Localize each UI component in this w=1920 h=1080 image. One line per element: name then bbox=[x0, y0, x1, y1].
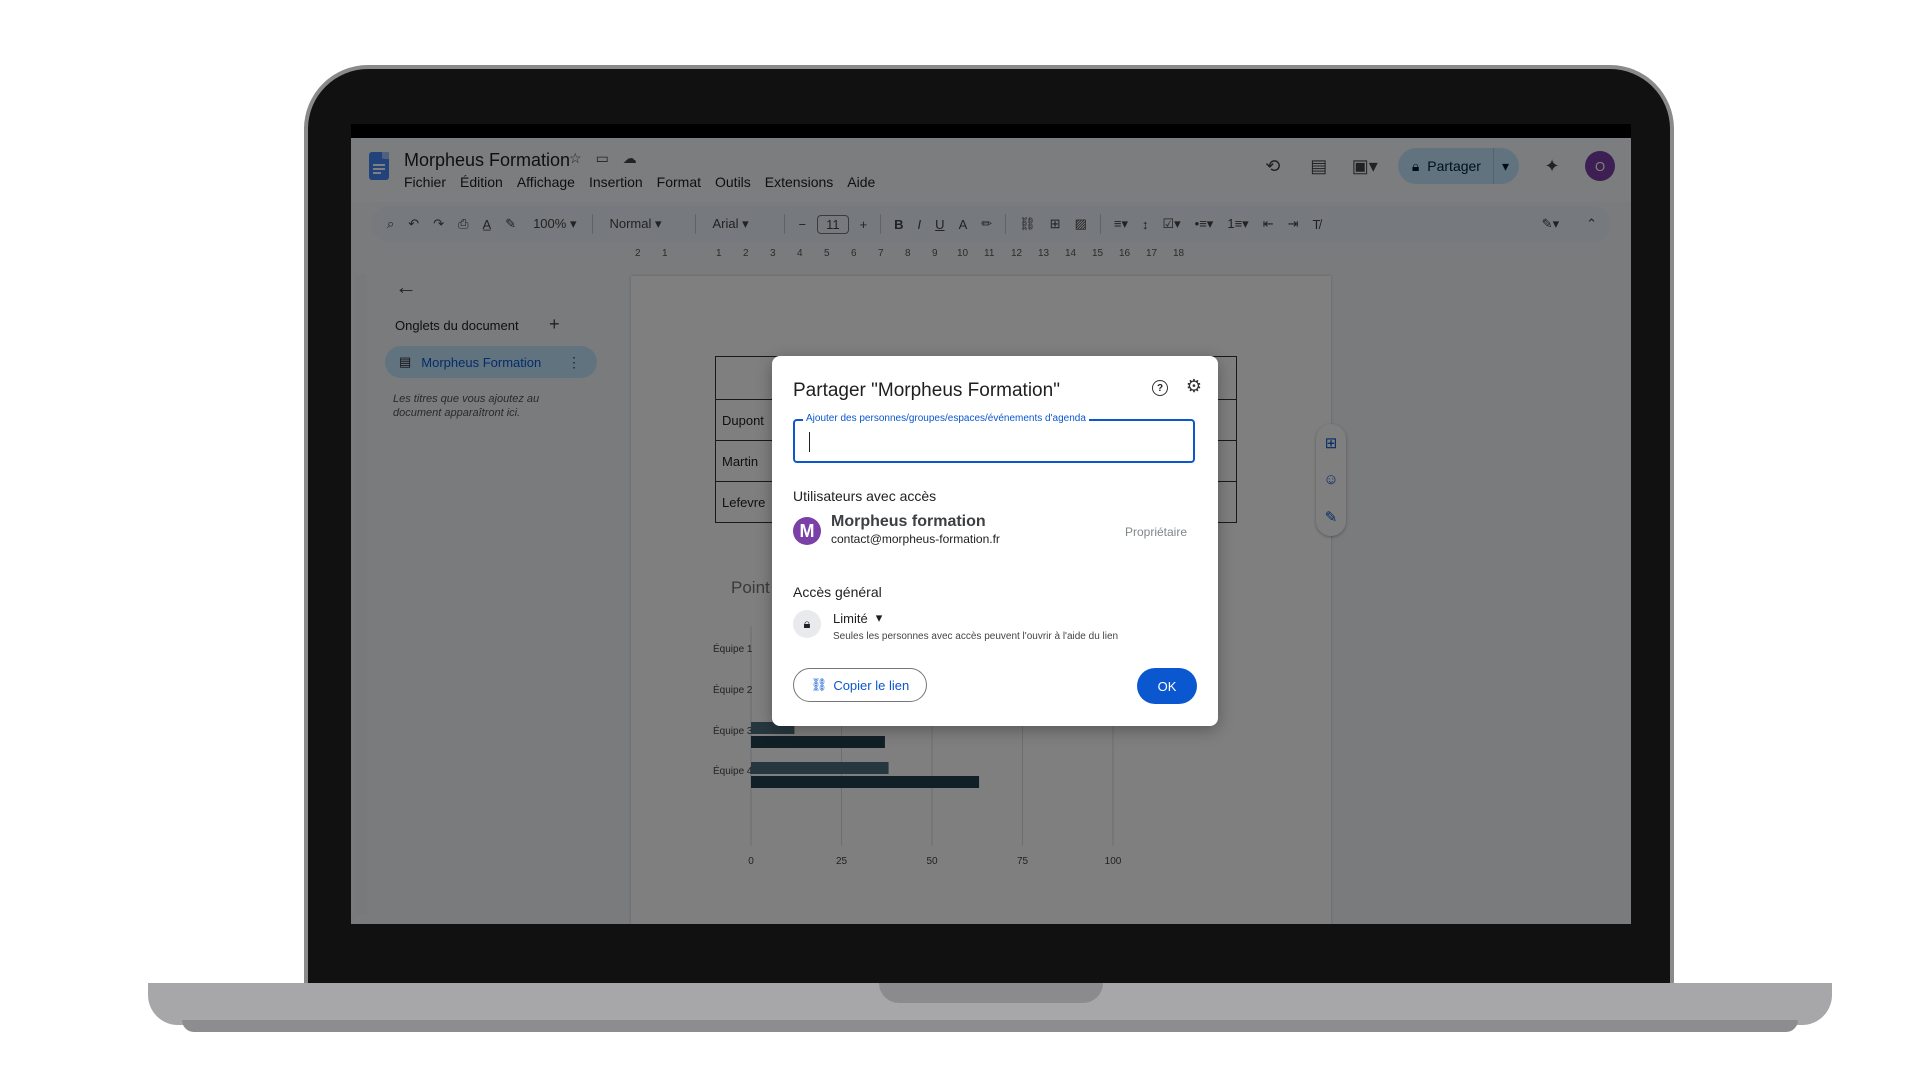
copy-link-button[interactable]: ⛓ Copier le lien bbox=[793, 668, 927, 702]
user-row: M Morpheus formation contact@morpheus-fo… bbox=[793, 511, 1197, 551]
users-with-access-heading: Utilisateurs avec accès bbox=[793, 488, 937, 504]
screen-top-bar bbox=[351, 124, 1631, 138]
access-level-value: Limité bbox=[833, 610, 868, 626]
access-description: Seules les personnes avec accès peuvent … bbox=[833, 631, 1119, 642]
link-icon: ⛓ bbox=[810, 677, 828, 692]
user-email: contact@morpheus-formation.fr bbox=[831, 532, 1000, 546]
dialog-title: Partager "Morpheus Formation" bbox=[793, 380, 1060, 401]
laptop-base-lip bbox=[182, 1020, 1798, 1032]
general-access-heading: Accès général bbox=[793, 584, 882, 600]
help-icon[interactable]: ? bbox=[1152, 380, 1168, 396]
user-name: Morpheus formation bbox=[831, 513, 986, 530]
user-role: Propriétaire bbox=[1124, 525, 1187, 539]
add-people-label: Ajouter des personnes/groupes/espaces/év… bbox=[803, 413, 1089, 424]
add-people-input[interactable] bbox=[809, 432, 1184, 452]
share-dialog: Partager "Morpheus Formation" ? ⚙ Ajoute… bbox=[772, 356, 1218, 726]
laptop-notch bbox=[879, 983, 1103, 1003]
lock-icon: 🔒︎ bbox=[793, 610, 821, 638]
copy-link-label: Copier le lien bbox=[833, 677, 910, 693]
ok-button[interactable]: OK bbox=[1137, 668, 1197, 704]
laptop-screen: Morpheus Formation ☆ ▭ ☁ Fichier Édition… bbox=[351, 124, 1631, 924]
chevron-down-icon: ▾ bbox=[875, 610, 883, 625]
add-people-field[interactable]: Ajouter des personnes/groupes/espaces/év… bbox=[793, 413, 1195, 463]
settings-gear-icon[interactable]: ⚙ bbox=[1186, 376, 1202, 397]
access-level-select[interactable]: Limité ▾ bbox=[833, 610, 882, 626]
user-avatar: M bbox=[793, 517, 821, 545]
